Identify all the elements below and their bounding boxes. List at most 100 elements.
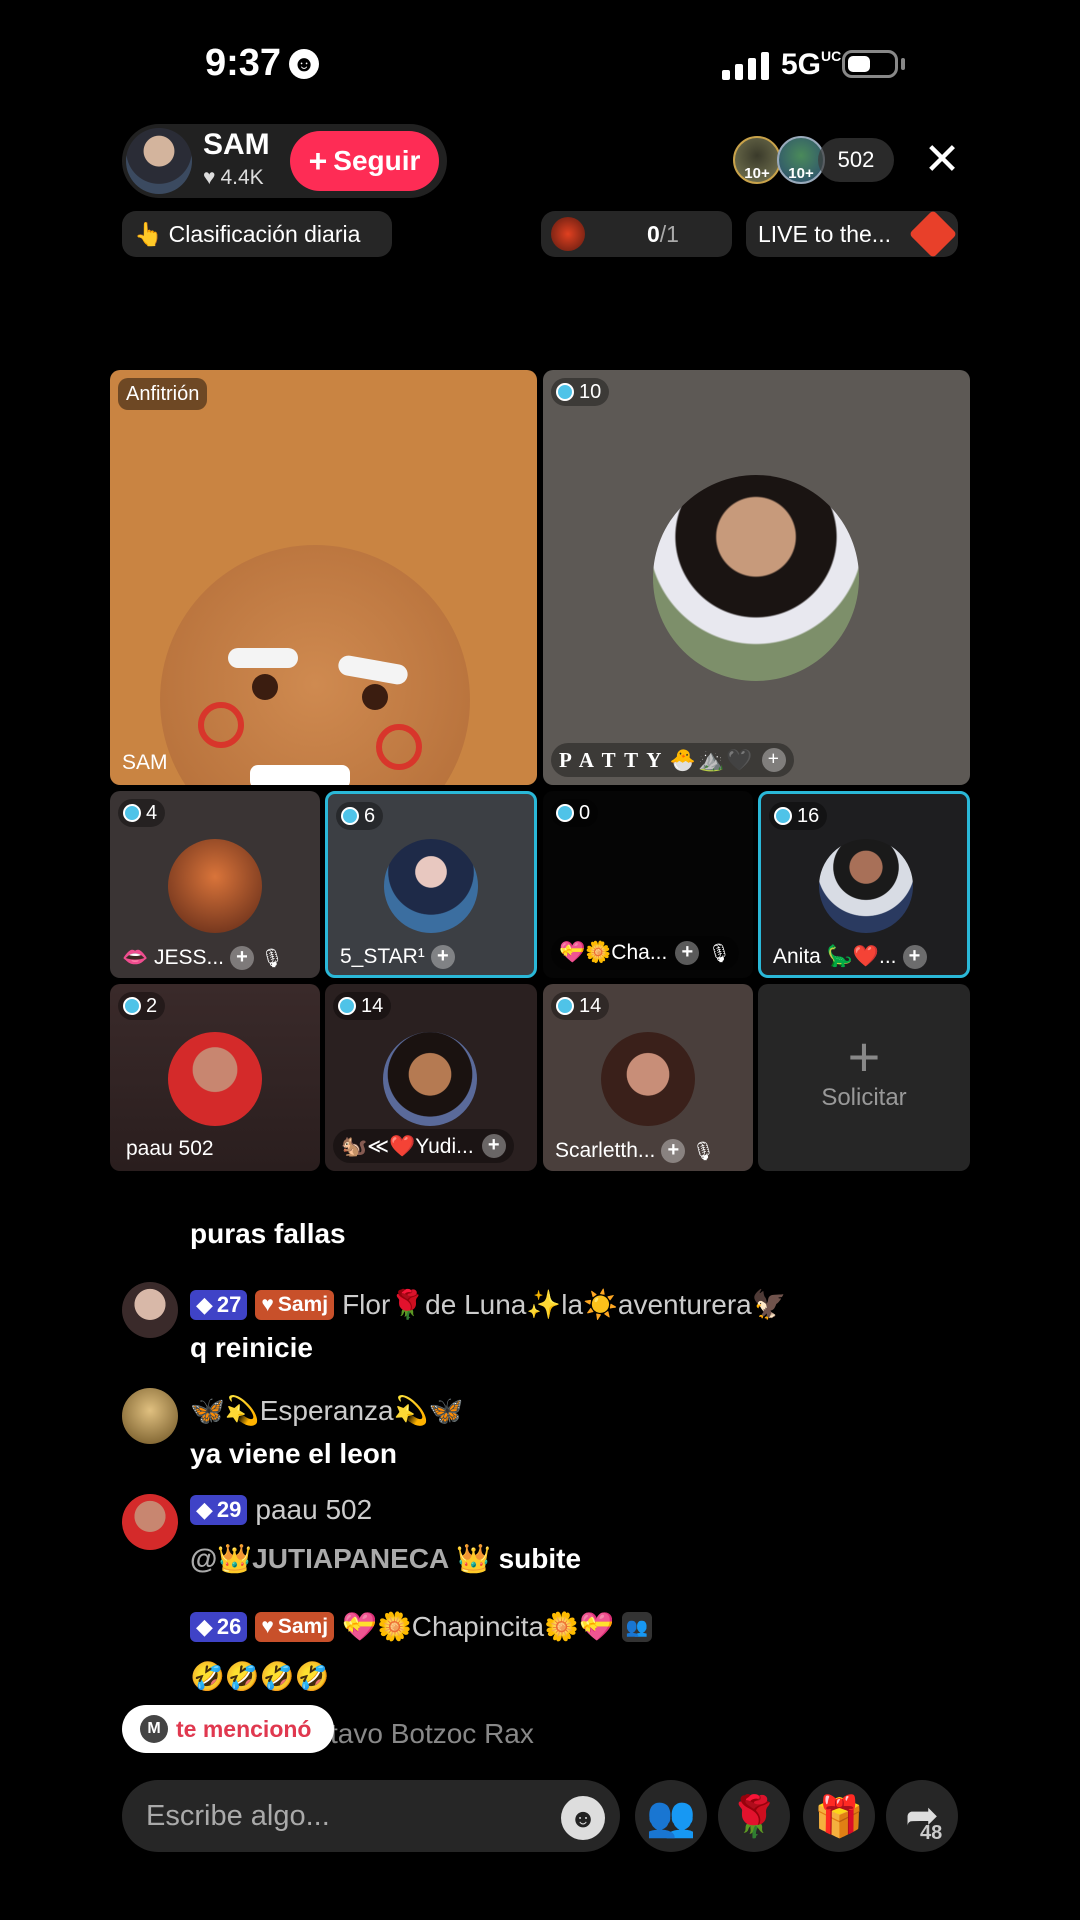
add-icon[interactable]: + [902, 945, 927, 969]
guest-name: 👄 JESS... [122, 946, 225, 969]
add-icon[interactable]: + [762, 748, 787, 772]
host-video-tile[interactable]: Anfitrión SAM [110, 370, 537, 785]
status-time: 9:37 ☻ [205, 42, 320, 85]
chat-message-text: 🤣🤣🤣🤣 [190, 1661, 330, 1692]
guest-name: P A T T Y 🐣⛰️🖤 [559, 747, 755, 772]
guest-name-pill[interactable]: P A T T Y 🐣⛰️🖤 + [551, 743, 795, 777]
gift-icon[interactable]: 🎁 [803, 1780, 875, 1852]
live-promo-button[interactable]: LIVE to the... [746, 209, 958, 259]
request-label: Solicitar [821, 1084, 907, 1111]
guest-name: Scarletth... [555, 1139, 656, 1162]
chat-user-line[interactable]: ◆ 26 ♥ Samj 💝🌼Chapincita🌼💝 👥 [190, 1610, 652, 1643]
add-icon[interactable]: + [675, 941, 700, 965]
mic-muted-icon: 🎙 [691, 1141, 715, 1161]
guest-tile-speaking[interactable]: 6 5_STAR¹ + [325, 791, 537, 978]
chat-avatar[interactable] [122, 1494, 178, 1550]
guest-tile[interactable]: 14 Scarletth... + 🎙 [543, 984, 753, 1171]
host-likes: ♥ 4.4K [203, 166, 264, 190]
guest-avatar [384, 839, 478, 933]
guest-name-row: 5_STAR¹ + [340, 945, 455, 969]
score-badge: 14 [551, 992, 610, 1020]
chat-username: 💝🌼Chapincita🌼💝 [342, 1611, 614, 1642]
score-badge: 2 [118, 992, 166, 1020]
chat-avatar[interactable] [122, 1282, 178, 1338]
request-slot-button[interactable]: + Solicitar [758, 984, 970, 1171]
likes-count: 4.4K [220, 166, 264, 189]
emoji-icon[interactable]: ☻ [561, 1796, 605, 1840]
signal-icon [722, 50, 769, 80]
viewer-count[interactable]: 502 [818, 138, 894, 182]
chat-message-text: @👑JUTIAPANECA 👑 subite [190, 1542, 581, 1575]
level-badge: ◆ 27 [190, 1289, 248, 1320]
daily-ranking-button[interactable]: 👆 Clasificación diaria [122, 211, 392, 257]
gingerbread-eye [252, 674, 278, 700]
multi-guest-icon[interactable]: 👥 [635, 1780, 707, 1852]
level-badge: ◆ 29 [190, 1495, 248, 1525]
host-name: SAM [203, 128, 270, 161]
ranking-label: Clasificación diaria [168, 220, 361, 247]
add-icon[interactable]: + [430, 945, 455, 969]
mention-text: @👑JUTIAPANECA 👑 [190, 1543, 491, 1574]
diamond-icon: ◆ [196, 1613, 213, 1639]
follow-button[interactable]: + Seguir [290, 131, 439, 191]
guest-tile-speaking[interactable]: 16 Anita 🦕❤️... + [758, 791, 970, 978]
chat-user-line[interactable]: 🦋💫Esperanza💫🦋 [190, 1394, 463, 1427]
comment-input[interactable]: Escribe algo... [122, 1780, 620, 1852]
guest-name: paau 502 [126, 1137, 214, 1160]
chat-user-line[interactable]: ◆ 27 ♥ Samj Flor🌹de Luna✨la☀️aventurera🦅 [190, 1288, 787, 1321]
time-text: 9:37 [205, 42, 282, 84]
host-avatar[interactable] [126, 128, 192, 194]
guest-name-row: Scarletth... + 🎙 [555, 1139, 715, 1163]
rose-icon[interactable]: 🌹 [718, 1780, 790, 1852]
goal-progress[interactable]: 0/1 [541, 211, 732, 257]
guest-tile[interactable]: 4 👄 JESS... + 🎙 [110, 791, 320, 978]
level-badge: ◆ 26 [190, 1611, 248, 1642]
goal-value: 0 [647, 220, 660, 247]
guest-tile[interactable]: 14 🐿️≪❤️Yudi... + [325, 984, 537, 1171]
tile-name: SAM [122, 751, 168, 774]
chat-avatar[interactable] [122, 1388, 178, 1444]
guest-name: 5_STAR¹ [340, 945, 425, 968]
chat-user-line[interactable]: ◆ 29 paau 502 [190, 1494, 372, 1526]
gingerbread-eye [362, 684, 388, 710]
diamond-icon: ◆ [196, 1291, 213, 1317]
guest-avatar [819, 839, 913, 933]
close-icon[interactable]: ✕ [920, 138, 964, 182]
chat-username: Flor🌹de Luna✨la☀️aventurera🦅 [342, 1289, 787, 1320]
fire-icon: 👆 [134, 220, 163, 247]
mention-chip[interactable]: M te mencionó [122, 1705, 334, 1753]
live-promo-label: LIVE to the... [758, 220, 891, 247]
gingerbread-cheek [198, 702, 244, 748]
guest-avatar [168, 839, 262, 933]
user-group-icon: 👥 [621, 1611, 652, 1642]
guest-avatar [653, 475, 859, 681]
score-badge: 4 [118, 799, 166, 827]
add-icon[interactable]: + [661, 1139, 686, 1163]
heart-icon: ♥ [261, 1614, 274, 1638]
host-tag: Anfitrión [118, 378, 208, 410]
score-badge: 10 [551, 378, 610, 406]
guest-name: 💝🌼Cha... [559, 941, 668, 964]
guest-avatar [601, 1032, 695, 1126]
top-viewer-avatar[interactable]: 10+ [733, 136, 781, 184]
score-badge: 6 [336, 802, 384, 830]
fan-badge: ♥ Samj [255, 1289, 335, 1320]
diamond-icon: ◆ [196, 1497, 213, 1522]
guest-tile[interactable]: 0 💝🌼Cha... + 🎙 [543, 791, 753, 978]
add-icon[interactable]: + [230, 946, 255, 970]
score-badge: 0 [551, 799, 599, 827]
guest-tile[interactable]: 10 P A T T Y 🐣⛰️🖤 + [543, 370, 970, 785]
share-count: 48 [920, 1822, 943, 1844]
chat-username: paau 502 [255, 1494, 373, 1525]
guest-name: Anita 🦕❤️... [773, 945, 897, 968]
mic-muted-icon: 🎙 [707, 943, 731, 963]
chat-message-text: q reinicie [190, 1332, 313, 1363]
gingerbread-face [160, 545, 470, 785]
mention-avatar: M [140, 1715, 168, 1743]
add-icon[interactable]: + [481, 1134, 506, 1158]
guest-tile[interactable]: 2 paau 502 [110, 984, 320, 1171]
plus-icon: + [847, 1025, 881, 1088]
heart-icon: ♥ [261, 1292, 274, 1316]
score-badge: 16 [769, 802, 828, 830]
guest-name-pill: 🐿️≪❤️Yudi... + [333, 1129, 514, 1163]
